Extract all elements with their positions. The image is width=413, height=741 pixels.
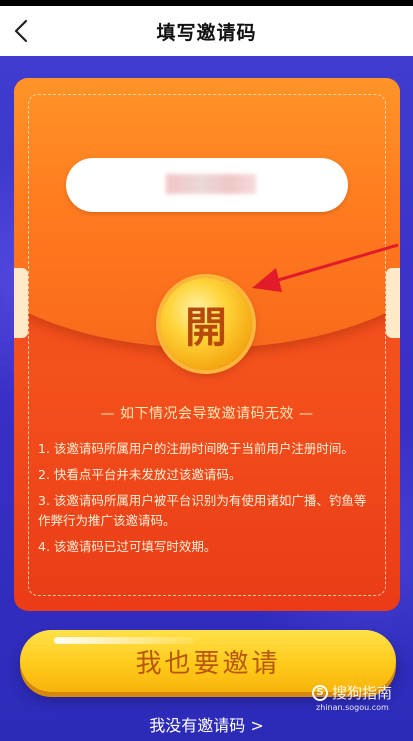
red-envelope: 開 — 如下情况会导致邀请码无效 — 1. 该邀请码所属用户的注册时间晚于当前用… (14, 78, 400, 611)
invite-code-input[interactable] (66, 158, 348, 212)
notice-title: — 如下情况会导致邀请码无效 — (100, 406, 314, 422)
invite-stage: 開 — 如下情况会导致邀请码无效 — 1. 该邀请码所属用户的注册时间晚于当前用… (0, 56, 413, 741)
open-coin-char: 開 (184, 302, 227, 352)
invite-button-label: 我也要邀请 (135, 648, 281, 679)
rule-item: 1. 该邀请码所属用户的注册时间晚于当前用户注册时间。 (38, 441, 354, 456)
back-chevron-icon (14, 19, 28, 43)
rule-item: 3. 该邀请码所属用户被平台识别为有使用诸如广播、钓鱼等作弊行为推广该邀请码。 (38, 493, 367, 528)
rules-list: 1. 该邀请码所属用户的注册时间晚于当前用户注册时间。 2. 快看点平台并未发放… (38, 439, 374, 563)
envelope-side-right (386, 268, 400, 338)
watermark-text: 搜狗指南 (332, 684, 393, 702)
blurred-code (166, 174, 256, 194)
button-shine (54, 637, 194, 644)
back-button[interactable] (4, 14, 38, 48)
watermark: S 搜狗指南 zhinan.sogou.com (312, 682, 408, 722)
nav-bar: 填写邀请码 (0, 6, 413, 56)
open-coin-button[interactable]: 開 (160, 278, 252, 370)
watermark-url: zhinan.sogou.com (316, 703, 389, 712)
sogou-logo-icon: S (312, 684, 328, 701)
rule-item: 4. 该邀请码已过可填写时效期。 (38, 539, 217, 554)
page-title: 填写邀请码 (156, 21, 257, 44)
rule-item: 2. 快看点平台并未发放过该邀请码。 (38, 467, 242, 482)
envelope-side-left (14, 268, 28, 338)
